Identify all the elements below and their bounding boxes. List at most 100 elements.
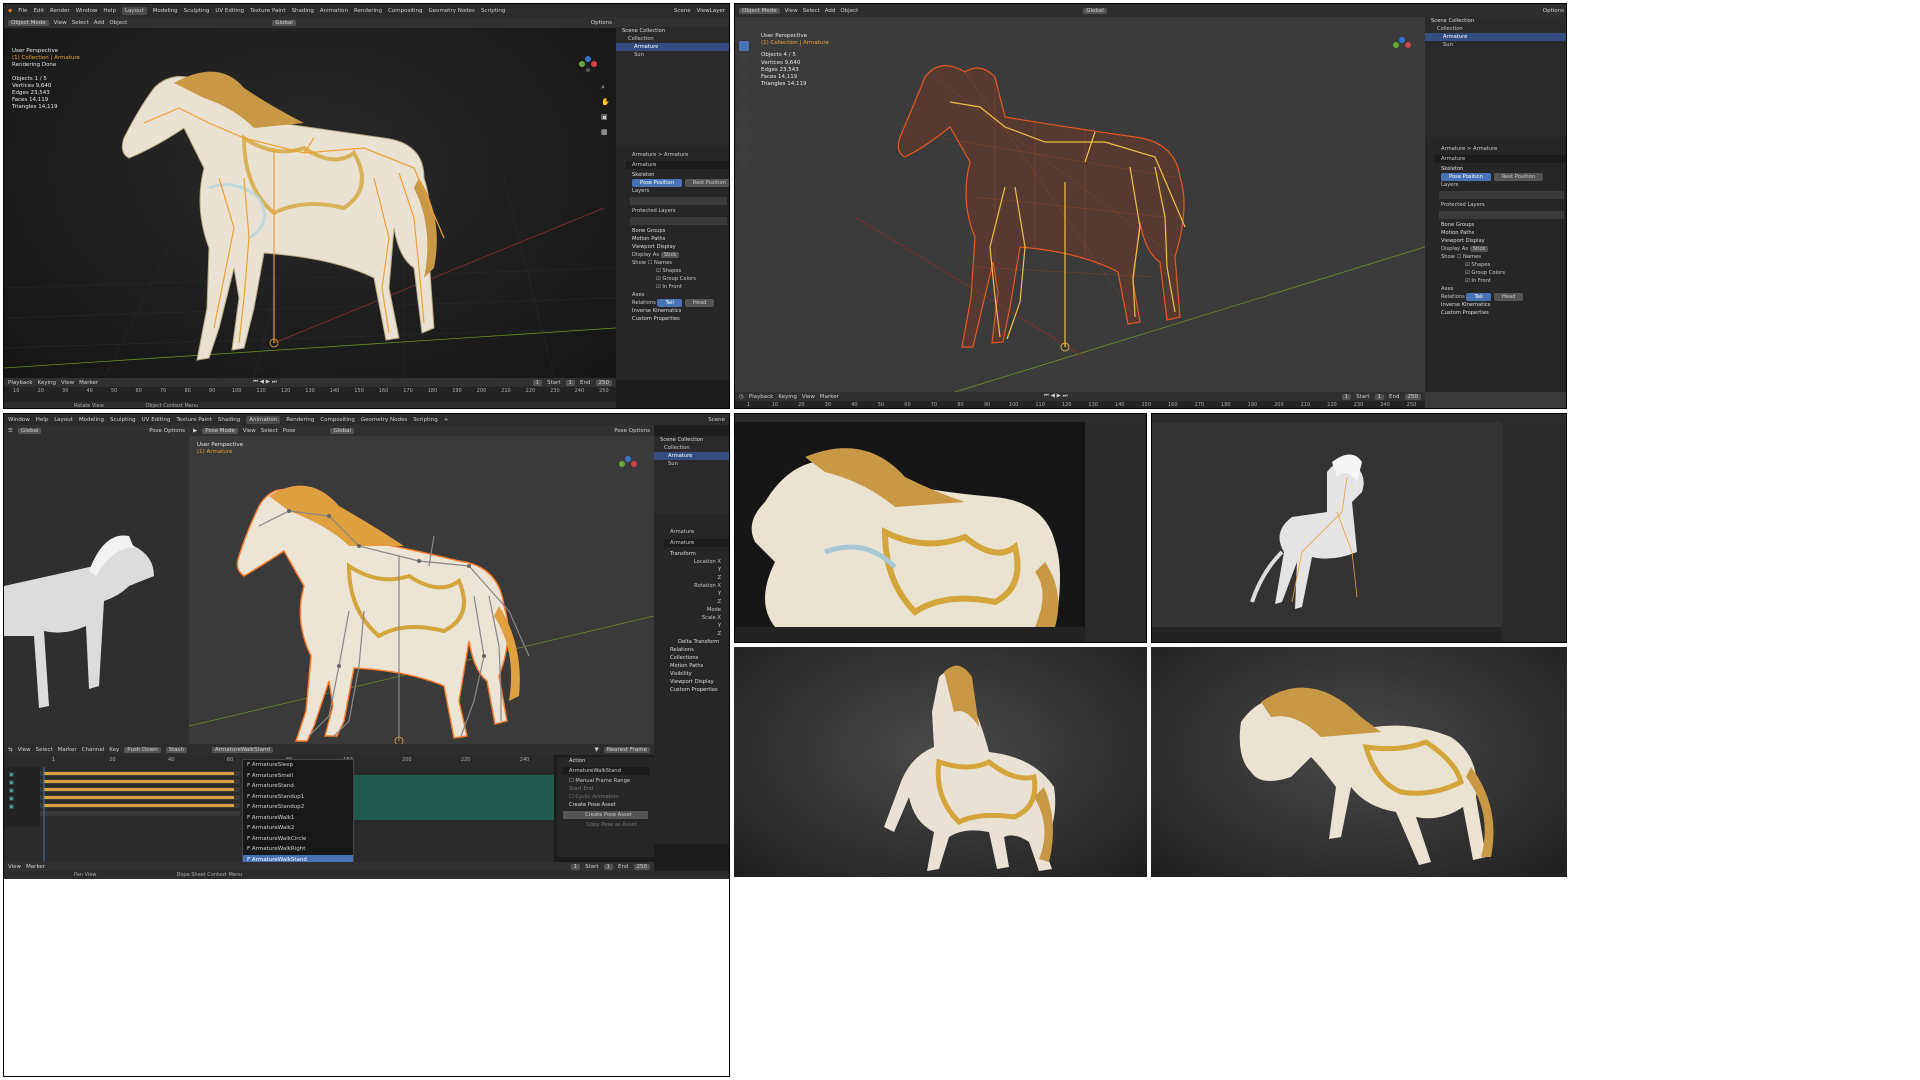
end-frame-field[interactable]: 250 — [595, 379, 612, 386]
head-button[interactable]: Head — [1493, 293, 1524, 301]
menu-add[interactable]: Add — [825, 8, 836, 14]
timeline-playback-menu[interactable]: Playback — [749, 394, 774, 400]
timeline-view-menu[interactable]: View — [802, 394, 815, 400]
menu-help[interactable]: Help — [103, 8, 116, 14]
timeline-marker-menu[interactable]: Marker — [820, 394, 839, 400]
action-item-walk1[interactable]: F ArmatureWalk1 — [243, 813, 353, 824]
options-dropdown[interactable]: Options — [591, 20, 612, 26]
tab-sculpting[interactable]: Sculpting — [184, 8, 210, 14]
3d-viewport-wireframe[interactable]: User Perspective (1) Collection | Armatu… — [735, 17, 1425, 392]
blender-logo-icon[interactable]: ◆ — [8, 8, 12, 14]
mini-viewport-closeup[interactable] — [735, 422, 1085, 627]
section-motion-paths[interactable]: Motion Paths — [626, 235, 729, 243]
current-frame-field[interactable]: 1 — [1341, 393, 1352, 400]
pose-options-dropdown[interactable]: Pose Options — [614, 428, 650, 434]
section-visibility[interactable]: Visibility — [664, 670, 729, 678]
navigation-gizmo[interactable] — [1390, 37, 1414, 61]
tab-modeling[interactable]: Modeling — [79, 417, 104, 423]
mode-selector[interactable]: Object Mode — [739, 7, 780, 14]
rest-position-button[interactable]: Rest Position — [684, 179, 729, 187]
timeline-marker-menu[interactable]: Marker — [79, 380, 98, 386]
options-dropdown[interactable]: Options — [1543, 8, 1564, 14]
tab-compositing[interactable]: Compositing — [388, 8, 422, 14]
stash-button[interactable]: Stash — [165, 746, 187, 753]
tab-scripting[interactable]: Scripting — [413, 417, 437, 423]
outliner-collection[interactable]: Collection — [1425, 25, 1566, 33]
action-item-stand[interactable]: F ArmatureStand — [243, 781, 353, 792]
tab-texture-paint[interactable]: Texture Paint — [250, 8, 286, 14]
section-custom-properties[interactable]: Custom Properties — [1435, 309, 1566, 317]
tab-layout[interactable]: Layout — [121, 6, 147, 15]
section-transform[interactable]: Transform — [664, 550, 729, 558]
menu-view[interactable]: View — [54, 20, 67, 26]
shapes-checkbox[interactable]: Shapes — [1471, 262, 1490, 268]
tab-scripting[interactable]: Scripting — [481, 8, 505, 14]
move-tool-icon[interactable] — [739, 71, 749, 81]
hamburger-menu-icon[interactable]: ☰ — [8, 428, 13, 434]
orientation-selector[interactable]: Global — [1083, 7, 1107, 14]
outliner-collection[interactable]: Collection — [616, 35, 729, 43]
orientation-selector[interactable]: Global — [330, 427, 355, 434]
tab-animation[interactable]: Animation — [246, 415, 281, 424]
tab-animation[interactable]: Animation — [320, 8, 348, 14]
in-front-checkbox[interactable]: In Front — [662, 284, 682, 290]
menu-render[interactable]: Render — [50, 8, 70, 14]
action-item-smell[interactable]: F ArmatureSmell — [243, 771, 353, 782]
section-create-pose-asset[interactable]: Create Pose Asset — [563, 801, 654, 809]
section-viewport-display[interactable]: Viewport Display — [664, 678, 729, 686]
dopesheet-channel-menu[interactable]: Channel — [82, 747, 105, 753]
editor-type-icon[interactable]: ⇆ — [8, 747, 13, 753]
section-bone-groups[interactable]: Bone Groups — [626, 227, 729, 235]
menu-edit[interactable]: Edit — [33, 8, 44, 14]
menu-object[interactable]: Object — [840, 8, 858, 14]
section-relations[interactable]: Relations — [664, 646, 729, 654]
section-viewport-display[interactable]: Viewport Display — [1435, 237, 1566, 245]
tab-modeling[interactable]: Modeling — [153, 8, 178, 14]
tab-rendering[interactable]: Rendering — [354, 8, 382, 14]
filter-icon[interactable]: ▼ — [594, 747, 598, 753]
mini-viewport-white[interactable] — [1152, 422, 1502, 627]
section-custom-properties[interactable]: Custom Properties — [626, 315, 729, 323]
menu-select[interactable]: Select — [72, 20, 89, 26]
protected-layers-grid[interactable] — [1439, 211, 1564, 219]
timeline-view-menu[interactable]: View — [8, 864, 21, 870]
outliner-armature[interactable]: Armature — [1425, 33, 1566, 41]
action-item-standup1[interactable]: F ArmatureStandup1 — [243, 792, 353, 803]
playback-controls-icon[interactable]: ⏮ ◀ ▶ ⏭ — [253, 379, 277, 386]
outliner-armature[interactable]: Armature — [616, 43, 729, 51]
armature-name-field[interactable]: Armature — [664, 539, 729, 547]
head-button[interactable]: Head — [684, 299, 715, 307]
outliner-armature[interactable]: Armature — [654, 452, 729, 460]
dopesheet-view-menu[interactable]: View — [18, 747, 31, 753]
group-colors-checkbox[interactable]: Group Colors — [662, 276, 696, 282]
push-down-button[interactable]: Push Down — [124, 746, 161, 753]
cursor-tool-icon[interactable] — [739, 56, 749, 66]
tab-shading[interactable]: Shading — [218, 417, 240, 423]
start-frame-field[interactable]: 1 — [1374, 393, 1385, 400]
dopesheet-select-menu[interactable]: Select — [36, 747, 53, 753]
play-icon[interactable]: ▶ — [193, 428, 197, 434]
tab-geometry-nodes[interactable]: Geometry Nodes — [361, 417, 407, 423]
names-checkbox[interactable]: Names — [654, 260, 672, 266]
add-cube-tool-icon[interactable] — [739, 161, 749, 171]
outliner-collection[interactable]: Collection — [654, 444, 729, 452]
tab-texture-paint[interactable]: Texture Paint — [176, 417, 212, 423]
timeline-playback-menu[interactable]: Playback — [8, 380, 33, 386]
menu-add[interactable]: Add — [94, 20, 105, 26]
action-item-sleep[interactable]: F ArmatureSleep — [243, 760, 353, 771]
timeline-keying-menu[interactable]: Keying — [38, 380, 56, 386]
tab-uv-editing[interactable]: UV Editing — [215, 8, 244, 14]
section-action[interactable]: Action — [563, 757, 654, 765]
scale-tool-icon[interactable] — [739, 101, 749, 111]
grid-view-icon[interactable]: ▦ — [601, 128, 608, 136]
camera-view-icon[interactable]: ▣ — [601, 113, 608, 121]
section-skeleton[interactable]: Skeleton — [1435, 165, 1566, 173]
current-frame-field[interactable]: 1 — [570, 863, 581, 870]
playback-controls-icon[interactable]: ⏮ ◀ ▶ ⏭ — [1044, 393, 1068, 400]
tab-rendering[interactable]: Rendering — [286, 417, 314, 423]
transform-tool-icon[interactable] — [739, 116, 749, 126]
3d-viewport-pose[interactable]: User Perspective (1) Armature — [189, 436, 654, 744]
tab-compositing[interactable]: Compositing — [320, 417, 354, 423]
display-as-dropdown[interactable]: Stick — [1469, 246, 1489, 252]
protected-layers-grid[interactable] — [630, 217, 727, 225]
